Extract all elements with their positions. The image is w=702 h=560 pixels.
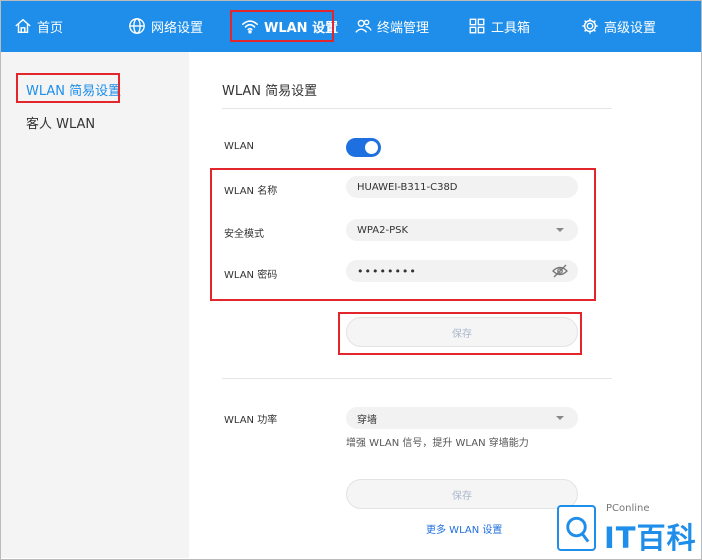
wlan-power-select[interactable]: 穿墙	[346, 407, 578, 429]
wlan-power-value: 穿墙	[357, 414, 377, 426]
wlan-name-label: WLAN 名称	[224, 186, 278, 197]
wlan-name-value: HUAWEI-B311-C38D	[357, 181, 458, 193]
wlan-toggle[interactable]	[346, 138, 381, 157]
wlan-name-input[interactable]: HUAWEI-B311-C38D	[346, 176, 578, 198]
divider	[222, 108, 612, 109]
nav-label: 工具箱	[491, 20, 531, 36]
wifi-icon	[241, 17, 259, 35]
save-button[interactable]: 保存	[346, 317, 578, 347]
nav-label: 网络设置	[151, 20, 204, 36]
nav-item-advanced[interactable]: 高级设置	[581, 0, 656, 52]
globe-icon	[128, 17, 146, 35]
watermark-brand: IT百科	[604, 521, 697, 555]
nav-item-home[interactable]: 首页	[14, 0, 63, 52]
security-mode-select[interactable]: WPA2-PSK	[346, 219, 578, 241]
toggle-knob	[365, 141, 378, 154]
users-icon	[354, 17, 372, 35]
wlan-power-hint: 增强 WLAN 信号，提升 WLAN 穿墙能力	[346, 438, 529, 449]
wlan-password-value: ••••••••	[357, 264, 417, 278]
nav-item-wlan[interactable]: WLAN 设置	[241, 0, 338, 52]
chevron-down-icon	[556, 228, 564, 232]
grid-icon	[468, 17, 486, 35]
security-mode-value: WPA2-PSK	[357, 224, 409, 236]
nav-label: 终端管理	[377, 20, 430, 36]
home-icon	[14, 17, 32, 35]
top-nav: 首页 网络设置 WLAN 设置 终端管理 工具箱 高级设置	[0, 0, 702, 52]
sidebar-item-wlan-easy[interactable]: WLAN 简易设置	[26, 80, 121, 99]
nav-label: WLAN 设置	[264, 20, 339, 36]
more-wlan-settings-link[interactable]: 更多 WLAN 设置	[426, 521, 502, 536]
wlan-power-label: WLAN 功率	[224, 415, 278, 426]
sidebar-item-guest-wlan[interactable]: 客人 WLAN	[26, 113, 95, 132]
eye-off-icon[interactable]	[552, 264, 568, 278]
nav-label: 高级设置	[604, 20, 657, 36]
watermark-logo	[557, 505, 596, 551]
gear-icon	[581, 17, 599, 35]
wlan-password-label: WLAN 密码	[224, 270, 278, 281]
nav-item-network[interactable]: 网络设置	[128, 0, 203, 52]
page-title: WLAN 简易设置	[222, 84, 318, 99]
wlan-password-input[interactable]: ••••••••	[346, 260, 578, 282]
nav-item-toolbox[interactable]: 工具箱	[468, 0, 530, 52]
chevron-down-icon	[556, 416, 564, 420]
save-power-button[interactable]: 保存	[346, 479, 578, 509]
security-mode-label: 安全模式	[224, 229, 264, 240]
wlan-toggle-label: WLAN	[224, 141, 255, 152]
divider	[222, 378, 612, 379]
nav-label: 首页	[37, 20, 64, 36]
nav-item-devices[interactable]: 终端管理	[354, 0, 429, 52]
watermark-source: PConline	[606, 503, 650, 514]
